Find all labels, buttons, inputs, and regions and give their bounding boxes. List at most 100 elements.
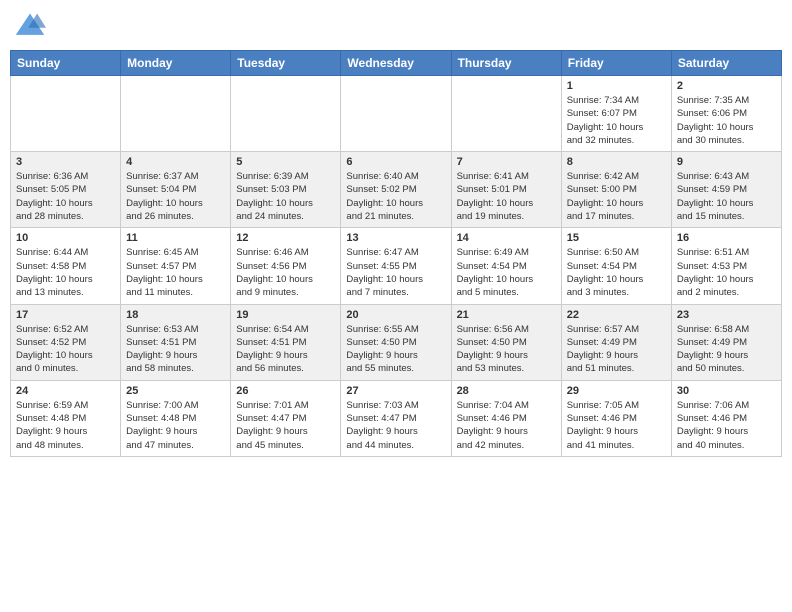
day-number: 10 — [16, 232, 115, 244]
day-number: 25 — [126, 385, 225, 397]
day-info: Sunrise: 6:55 AM Sunset: 4:50 PM Dayligh… — [346, 323, 445, 376]
day-number: 9 — [677, 156, 776, 168]
day-number: 16 — [677, 232, 776, 244]
day-info: Sunrise: 6:49 AM Sunset: 4:54 PM Dayligh… — [457, 246, 556, 299]
calendar-cell: 27Sunrise: 7:03 AM Sunset: 4:47 PM Dayli… — [341, 380, 451, 456]
day-number: 28 — [457, 385, 556, 397]
calendar-cell: 4 Sunrise: 6:37 AM Sunset: 5:04 PM Daylig… — [121, 152, 231, 228]
calendar-cell: 26 Sunrise: 7:01 AM Sunset: 4:47 PM Dayli… — [231, 380, 341, 456]
day-info: Sunrise: 6:44 AM Sunset: 4:58 PM Dayligh… — [16, 246, 115, 299]
calendar-cell: 30 Sunrise: 7:06 AM Sunset: 4:46 PM Dayli… — [671, 380, 781, 456]
calendar-week-row: 1Sunrise: 7:34 AM Sunset: 6:07 PM Daylig… — [11, 76, 782, 152]
calendar-cell: 1Sunrise: 7:34 AM Sunset: 6:07 PM Daylig… — [561, 76, 671, 152]
day-number: 26 — [236, 385, 335, 397]
calendar-cell — [11, 76, 121, 152]
calendar-week-row: 3 Sunrise: 6:36 AM Sunset: 5:05 PM Daylig… — [11, 152, 782, 228]
calendar-cell: 14 Sunrise: 6:49 AM Sunset: 4:54 PM Dayli… — [451, 228, 561, 304]
day-info: Sunrise: 6:36 AM Sunset: 5:05 PM Dayligh… — [16, 170, 115, 223]
day-number: 4 — [126, 156, 225, 168]
day-info: Sunrise: 6:51 AM Sunset: 4:53 PM Dayligh… — [677, 246, 776, 299]
day-info: Sunrise: 6:50 AM Sunset: 4:54 PM Dayligh… — [567, 246, 666, 299]
page-header — [10, 10, 782, 42]
day-info: Sunrise: 7:03 AM Sunset: 4:47 PM Dayligh… — [346, 399, 445, 452]
calendar-cell: 23Sunrise: 6:58 AM Sunset: 4:49 PM Dayli… — [671, 304, 781, 380]
calendar-header-row: SundayMondayTuesdayWednesdayThursdayFrid… — [11, 51, 782, 76]
day-info: Sunrise: 7:00 AM Sunset: 4:48 PM Dayligh… — [126, 399, 225, 452]
day-info: Sunrise: 6:58 AM Sunset: 4:49 PM Dayligh… — [677, 323, 776, 376]
day-number: 7 — [457, 156, 556, 168]
calendar-cell: 6 Sunrise: 6:40 AM Sunset: 5:02 PM Daylig… — [341, 152, 451, 228]
calendar-cell: 17 Sunrise: 6:52 AM Sunset: 4:52 PM Dayli… — [11, 304, 121, 380]
day-info: Sunrise: 6:57 AM Sunset: 4:49 PM Dayligh… — [567, 323, 666, 376]
calendar-cell: 21 Sunrise: 6:56 AM Sunset: 4:50 PM Dayli… — [451, 304, 561, 380]
day-info: Sunrise: 6:42 AM Sunset: 5:00 PM Dayligh… — [567, 170, 666, 223]
day-info: Sunrise: 7:05 AM Sunset: 4:46 PM Dayligh… — [567, 399, 666, 452]
day-number: 5 — [236, 156, 335, 168]
calendar-cell: 15Sunrise: 6:50 AM Sunset: 4:54 PM Dayli… — [561, 228, 671, 304]
calendar-cell: 3 Sunrise: 6:36 AM Sunset: 5:05 PM Daylig… — [11, 152, 121, 228]
day-info: Sunrise: 7:06 AM Sunset: 4:46 PM Dayligh… — [677, 399, 776, 452]
calendar-cell: 9 Sunrise: 6:43 AM Sunset: 4:59 PM Daylig… — [671, 152, 781, 228]
calendar-cell: 25 Sunrise: 7:00 AM Sunset: 4:48 PM Dayli… — [121, 380, 231, 456]
calendar-cell: 16 Sunrise: 6:51 AM Sunset: 4:53 PM Dayli… — [671, 228, 781, 304]
day-info: Sunrise: 6:59 AM Sunset: 4:48 PM Dayligh… — [16, 399, 115, 452]
day-number: 24 — [16, 385, 115, 397]
day-of-week-header: Tuesday — [231, 51, 341, 76]
day-number: 13 — [346, 232, 445, 244]
day-info: Sunrise: 6:43 AM Sunset: 4:59 PM Dayligh… — [677, 170, 776, 223]
day-number: 29 — [567, 385, 666, 397]
day-info: Sunrise: 7:01 AM Sunset: 4:47 PM Dayligh… — [236, 399, 335, 452]
calendar-cell: 10 Sunrise: 6:44 AM Sunset: 4:58 PM Dayli… — [11, 228, 121, 304]
day-info: Sunrise: 6:45 AM Sunset: 4:57 PM Dayligh… — [126, 246, 225, 299]
day-number: 20 — [346, 309, 445, 321]
day-number: 6 — [346, 156, 445, 168]
day-number: 3 — [16, 156, 115, 168]
day-info: Sunrise: 7:35 AM Sunset: 6:06 PM Dayligh… — [677, 94, 776, 147]
day-number: 18 — [126, 309, 225, 321]
calendar-cell: 11 Sunrise: 6:45 AM Sunset: 4:57 PM Dayli… — [121, 228, 231, 304]
calendar-cell: 18Sunrise: 6:53 AM Sunset: 4:51 PM Dayli… — [121, 304, 231, 380]
day-of-week-header: Friday — [561, 51, 671, 76]
calendar-cell: 20 Sunrise: 6:55 AM Sunset: 4:50 PM Dayli… — [341, 304, 451, 380]
logo — [14, 10, 50, 42]
day-info: Sunrise: 6:41 AM Sunset: 5:01 PM Dayligh… — [457, 170, 556, 223]
day-of-week-header: Monday — [121, 51, 231, 76]
day-info: Sunrise: 6:54 AM Sunset: 4:51 PM Dayligh… — [236, 323, 335, 376]
day-number: 22 — [567, 309, 666, 321]
day-info: Sunrise: 6:40 AM Sunset: 5:02 PM Dayligh… — [346, 170, 445, 223]
calendar-cell: 8 Sunrise: 6:42 AM Sunset: 5:00 PM Daylig… — [561, 152, 671, 228]
day-number: 1 — [567, 80, 666, 92]
day-info: Sunrise: 7:04 AM Sunset: 4:46 PM Dayligh… — [457, 399, 556, 452]
calendar-cell: 22 Sunrise: 6:57 AM Sunset: 4:49 PM Dayli… — [561, 304, 671, 380]
calendar-table: SundayMondayTuesdayWednesdayThursdayFrid… — [10, 50, 782, 457]
calendar-cell: 13 Sunrise: 6:47 AM Sunset: 4:55 PM Dayli… — [341, 228, 451, 304]
day-number: 21 — [457, 309, 556, 321]
day-of-week-header: Saturday — [671, 51, 781, 76]
calendar-cell — [451, 76, 561, 152]
day-info: Sunrise: 6:37 AM Sunset: 5:04 PM Dayligh… — [126, 170, 225, 223]
day-number: 30 — [677, 385, 776, 397]
calendar-cell: 2 Sunrise: 7:35 AM Sunset: 6:06 PM Daylig… — [671, 76, 781, 152]
calendar-cell — [121, 76, 231, 152]
calendar-cell: 7 Sunrise: 6:41 AM Sunset: 5:01 PM Daylig… — [451, 152, 561, 228]
day-of-week-header: Wednesday — [341, 51, 451, 76]
day-number: 19 — [236, 309, 335, 321]
day-info: Sunrise: 6:39 AM Sunset: 5:03 PM Dayligh… — [236, 170, 335, 223]
day-number: 17 — [16, 309, 115, 321]
day-info: Sunrise: 6:47 AM Sunset: 4:55 PM Dayligh… — [346, 246, 445, 299]
calendar-cell — [231, 76, 341, 152]
calendar-cell: 5 Sunrise: 6:39 AM Sunset: 5:03 PM Daylig… — [231, 152, 341, 228]
calendar-cell: 29 Sunrise: 7:05 AM Sunset: 4:46 PM Dayli… — [561, 380, 671, 456]
day-number: 11 — [126, 232, 225, 244]
day-info: Sunrise: 6:52 AM Sunset: 4:52 PM Dayligh… — [16, 323, 115, 376]
day-number: 14 — [457, 232, 556, 244]
calendar-week-row: 24 Sunrise: 6:59 AM Sunset: 4:48 PM Dayli… — [11, 380, 782, 456]
calendar-cell: 24 Sunrise: 6:59 AM Sunset: 4:48 PM Dayli… — [11, 380, 121, 456]
day-number: 12 — [236, 232, 335, 244]
day-info: Sunrise: 6:46 AM Sunset: 4:56 PM Dayligh… — [236, 246, 335, 299]
calendar-cell: 28 Sunrise: 7:04 AM Sunset: 4:46 PM Dayli… — [451, 380, 561, 456]
day-number: 8 — [567, 156, 666, 168]
day-number: 2 — [677, 80, 776, 92]
day-info: Sunrise: 6:56 AM Sunset: 4:50 PM Dayligh… — [457, 323, 556, 376]
day-of-week-header: Sunday — [11, 51, 121, 76]
